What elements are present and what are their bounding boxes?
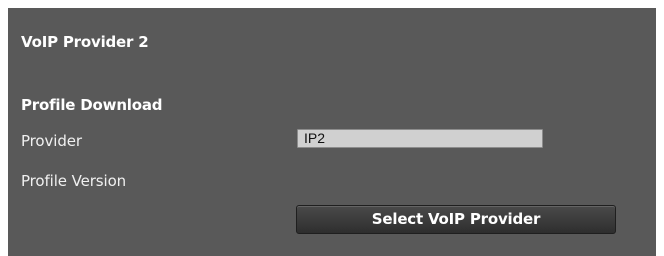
voip-provider-panel: VoIP Provider 2 Profile Download Provide… [8, 8, 656, 256]
provider-field[interactable]: IP2 [297, 129, 543, 148]
profile-version-label: Profile Version [21, 172, 127, 190]
section-title-profile-download: Profile Download [21, 96, 163, 114]
panel-title: VoIP Provider 2 [21, 33, 149, 51]
provider-label: Provider [21, 132, 82, 150]
select-voip-provider-button[interactable]: Select VoIP Provider [296, 205, 616, 234]
